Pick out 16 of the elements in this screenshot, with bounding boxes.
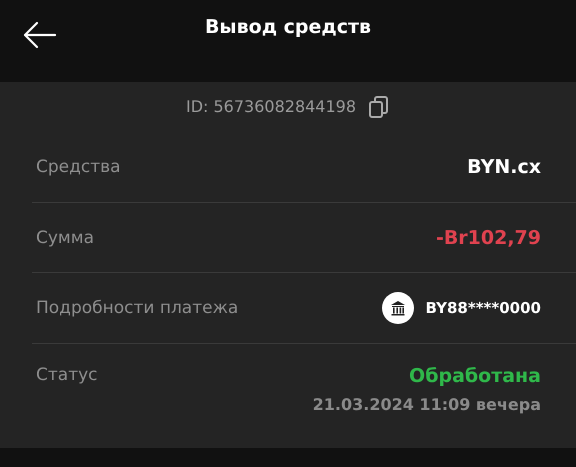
- screen-title: Вывод средств: [204, 16, 372, 38]
- back-arrow-icon: [23, 21, 57, 49]
- detail-label: Статус: [36, 365, 98, 386]
- status-date: 21.03.2024 11:09 вечера: [312, 395, 541, 414]
- detail-label: Средства: [36, 156, 121, 177]
- detail-value: BYN.cx: [467, 156, 541, 178]
- transaction-id: ID: 56736082844198: [186, 97, 356, 116]
- detail-value: -Br102,79: [436, 226, 541, 249]
- account-number: BY88****0000: [426, 299, 541, 318]
- detail-label: Сумма: [36, 228, 94, 248]
- bank-icon: [382, 292, 414, 324]
- copy-icon: [368, 94, 390, 119]
- back-button[interactable]: [22, 20, 58, 50]
- detail-value: Обработана: [409, 365, 541, 388]
- detail-label: Подробности платежа: [36, 298, 238, 318]
- copy-button[interactable]: [368, 94, 390, 119]
